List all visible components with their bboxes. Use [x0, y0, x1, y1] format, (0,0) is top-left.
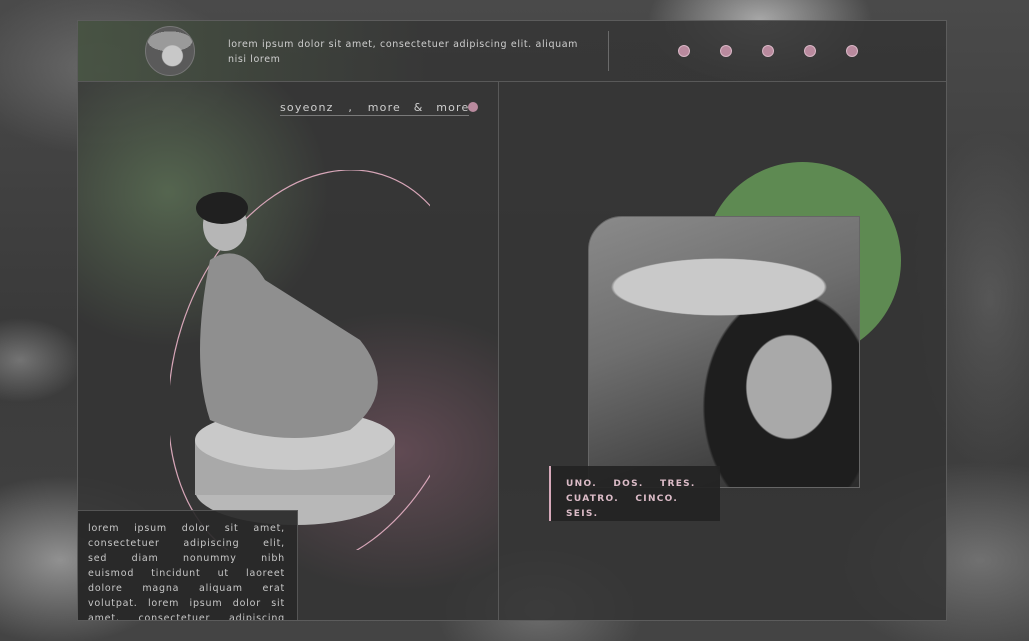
intro-text: lorem ipsum dolor sit amet, consectetuer…	[228, 39, 578, 65]
body-text-box: lorem ipsum dolor sit amet, consectetuer…	[78, 510, 298, 621]
nav-link-soyeonz[interactable]: soyeonz	[280, 101, 334, 114]
nav-link-more-2[interactable]: more	[436, 101, 469, 114]
figure-illustration	[170, 170, 430, 550]
label-seis: SEIS.	[566, 509, 599, 519]
label-tres: TRES.	[660, 479, 696, 489]
label-uno: UNO.	[566, 479, 597, 489]
portrait-photo	[588, 216, 860, 488]
left-column: soyeonz , more & more lorem ipsum dolor …	[78, 82, 499, 621]
label-cuatro: CUATRO.	[566, 494, 619, 504]
dot-4[interactable]	[804, 45, 816, 57]
avatar	[145, 26, 195, 76]
dot-3[interactable]	[762, 45, 774, 57]
hair	[196, 192, 248, 224]
label-dos: DOS.	[613, 479, 644, 489]
numbers-row-2: CUATRO. CINCO. SEIS.	[566, 492, 720, 522]
nav-separator: ,	[343, 101, 358, 114]
right-column: UNO. DOS. TRES. CUATRO. CINCO. SEIS.	[499, 82, 946, 620]
dot-nav	[678, 45, 858, 57]
numbers-row-1: UNO. DOS. TRES.	[566, 477, 720, 492]
main-panel: lorem ipsum dolor sit amet, consectetuer…	[77, 20, 947, 621]
label-cinco: CINCO.	[635, 494, 679, 504]
numbers-box: UNO. DOS. TRES. CUATRO. CINCO. SEIS.	[549, 466, 720, 521]
nav-ampersand: &	[409, 101, 429, 114]
body-text: lorem ipsum dolor sit amet, consectetuer…	[88, 523, 285, 621]
divider	[608, 31, 609, 71]
dot-1[interactable]	[678, 45, 690, 57]
nav-dot[interactable]	[468, 102, 478, 112]
nav-link-more-1[interactable]: more	[368, 101, 401, 114]
dress	[200, 253, 378, 438]
dot-2[interactable]	[720, 45, 732, 57]
top-bar: lorem ipsum dolor sit amet, consectetuer…	[78, 21, 946, 82]
dot-5[interactable]	[846, 45, 858, 57]
nav-links: soyeonz , more & more	[280, 101, 470, 116]
